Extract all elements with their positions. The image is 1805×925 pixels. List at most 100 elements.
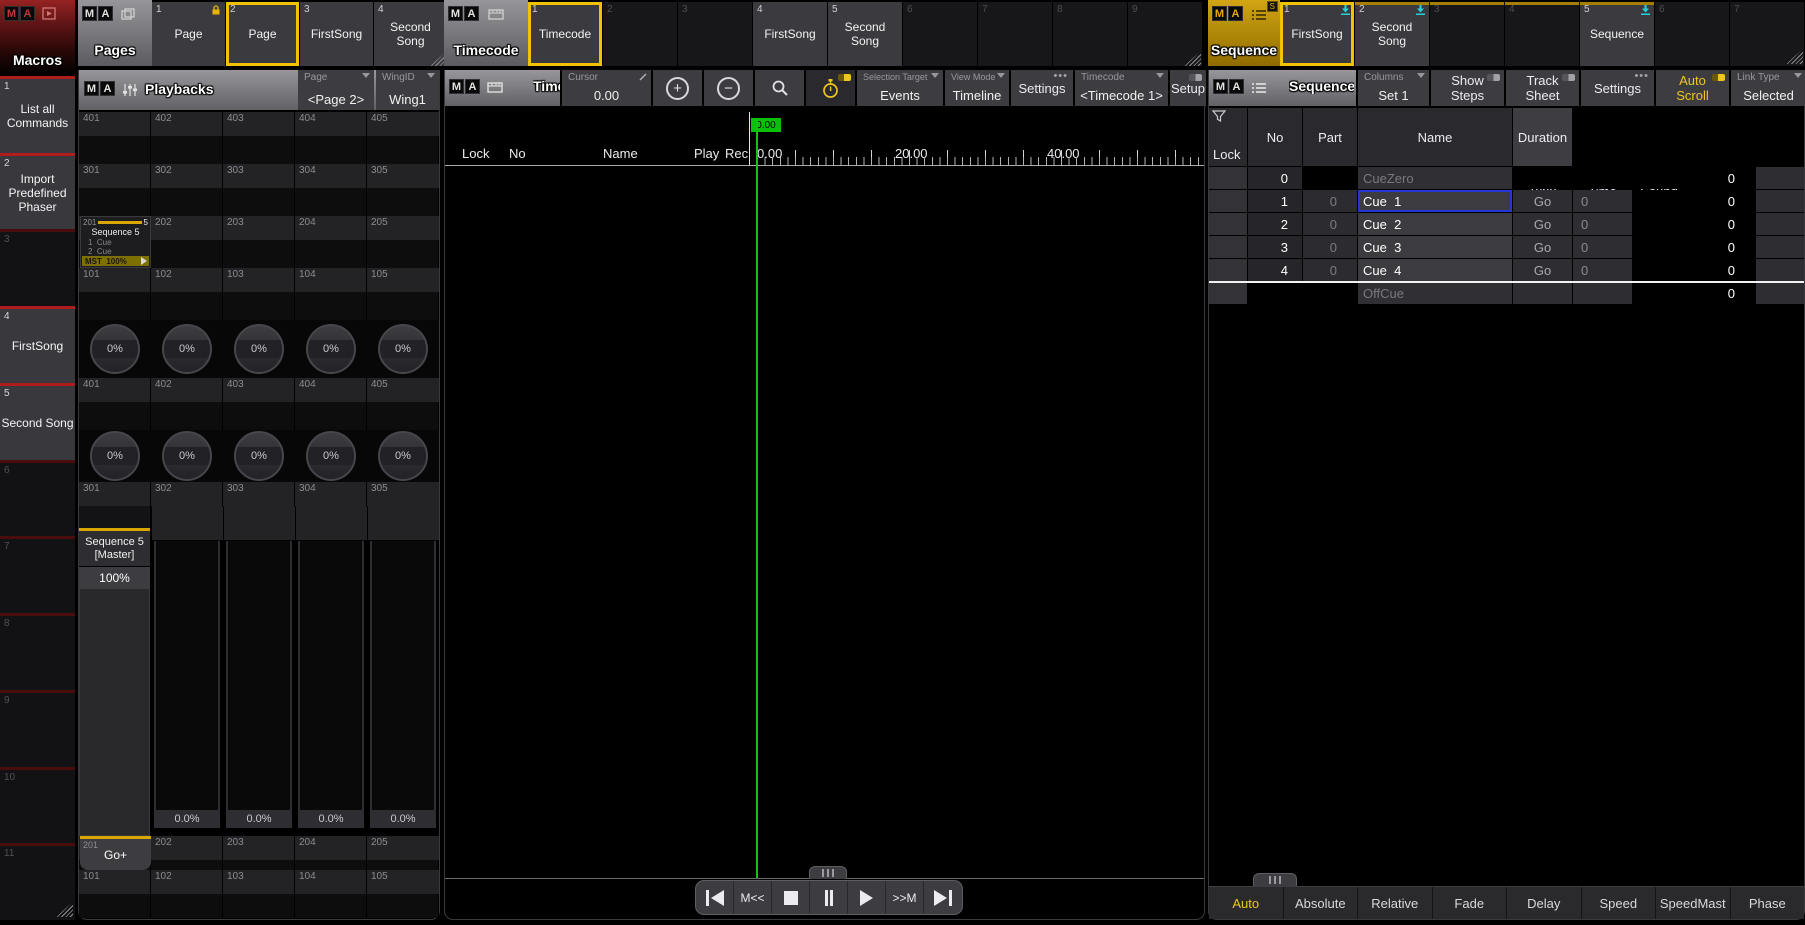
playback-cell[interactable]: 204 — [295, 216, 366, 240]
playback-cell[interactable]: 301 — [79, 164, 150, 188]
encoder-bar-button[interactable]: Delay — [1507, 887, 1582, 919]
playback-cell[interactable]: 305 — [367, 164, 439, 188]
macro-slot[interactable]: 1 List all Commands — [0, 76, 75, 153]
cue-trig-type-cell[interactable]: Go — [1513, 190, 1572, 212]
playback-knob[interactable]: 0% — [306, 324, 356, 374]
playback-cell[interactable]: 402 — [151, 112, 222, 136]
encoder-bar-button[interactable]: Phase — [1731, 887, 1805, 919]
master-sequence-label[interactable]: Sequence 5 [Master] — [79, 528, 150, 566]
cue-trig-sound-cell[interactable] — [1633, 236, 1685, 258]
cue-name-cell[interactable]: CueZero — [1358, 167, 1512, 189]
cue-trig-time-cell[interactable]: 0 — [1573, 213, 1632, 235]
cue-lock-cell[interactable] — [1209, 213, 1247, 235]
fader-track[interactable] — [154, 541, 220, 810]
cue-lock-cell[interactable] — [1209, 282, 1247, 304]
playback-knob[interactable]: 0% — [162, 431, 212, 481]
timecode-pool-header[interactable]: MA Timecode — [444, 0, 528, 66]
cue-row[interactable]: 1 0 Cue 1 Go 0 0 — [1209, 190, 1804, 212]
playback-cell[interactable]: 104 — [295, 870, 366, 894]
playback-knob[interactable]: 0% — [90, 324, 140, 374]
settings-button[interactable]: Settings ••• — [1011, 70, 1073, 106]
cue-trig-time-cell[interactable]: 0 — [1573, 190, 1632, 212]
playback-knob[interactable]: 0% — [162, 324, 212, 374]
macro-slot[interactable]: 8 — [0, 613, 75, 690]
encoder-bar-button[interactable]: SpeedMast — [1656, 887, 1731, 919]
pause-button[interactable] — [810, 881, 848, 914]
playback-cell[interactable]: 101 — [79, 268, 150, 292]
timecode-tab[interactable]: 7 — [978, 2, 1052, 66]
encoder-bar-button[interactable]: Relative — [1358, 887, 1433, 919]
playback-cell[interactable]: 104 — [295, 268, 366, 292]
encoder-bar-handle[interactable] — [1253, 873, 1297, 886]
playback-cell[interactable]: 205 — [367, 836, 439, 860]
cue-lock-cell[interactable] — [1209, 259, 1247, 281]
cue-trig-type-cell[interactable] — [1513, 282, 1572, 304]
playback-cell[interactable]: 105 — [367, 870, 439, 894]
playback-knob[interactable]: 0% — [306, 431, 356, 481]
playback-cell[interactable]: 101 — [79, 870, 150, 894]
timecode-select-button[interactable]: Timecode <Timecode 1> — [1075, 70, 1168, 106]
cue-trig-type-cell[interactable] — [1513, 167, 1572, 189]
timecode-tab[interactable]: 6 — [903, 2, 977, 66]
playback-cell[interactable]: 102 — [151, 268, 222, 292]
playback-cell[interactable]: 202 — [151, 836, 222, 860]
playback-cell[interactable]: 103 — [223, 870, 294, 894]
cursor-field[interactable]: Cursor 0.00 — [562, 70, 651, 106]
marker-forward-button[interactable]: >>M — [886, 881, 924, 914]
cue-part-cell[interactable]: 0 — [1303, 259, 1357, 281]
timecode-tab[interactable]: 2 — [603, 2, 677, 66]
cue-row[interactable]: 2 0 Cue 2 Go 0 0 — [1209, 213, 1804, 235]
cue-part-cell[interactable]: 0 — [1303, 236, 1357, 258]
cue-number-cell[interactable]: 3 — [1248, 236, 1302, 258]
master-fader-value[interactable]: 100% — [79, 567, 150, 589]
cue-name-cell[interactable]: Cue 4 — [1358, 259, 1512, 281]
stopwatch-button[interactable] — [806, 70, 855, 106]
playback-cell[interactable]: 203 — [223, 216, 294, 240]
selection-target-button[interactable]: Selection Target Events — [857, 70, 943, 106]
stop-button[interactable] — [772, 881, 810, 914]
playback-knob[interactable]: 0% — [378, 324, 428, 374]
fader-track[interactable] — [370, 541, 436, 810]
timecode-tab[interactable]: 4 FirstSong — [753, 2, 827, 66]
macro-slot[interactable]: 3 — [0, 229, 75, 306]
playback-cell[interactable]: 303 — [223, 164, 294, 188]
macro-slot[interactable]: 4 FirstSong — [0, 306, 75, 383]
playback-cell[interactable]: 402 — [151, 378, 222, 402]
skip-to-start-button[interactable] — [696, 881, 734, 914]
playback-cell[interactable]: 304 — [295, 164, 366, 188]
play-button[interactable] — [848, 881, 886, 914]
cue-row[interactable]: 0 CueZero 0 — [1209, 167, 1804, 189]
playback-knob[interactable]: 0% — [234, 431, 284, 481]
cue-name-cell[interactable]: OffCue — [1358, 282, 1512, 304]
playback-cell[interactable]: 304 — [295, 482, 366, 506]
columns-button[interactable]: Columns Set 1 — [1358, 70, 1429, 106]
cue-row[interactable]: OffCue 0 — [1209, 282, 1804, 304]
skip-to-end-button[interactable] — [924, 881, 962, 914]
cue-part-cell[interactable]: 0 — [1303, 190, 1357, 212]
page-tab[interactable]: 2 Page — [226, 2, 299, 66]
cue-number-cell[interactable] — [1248, 282, 1302, 304]
timecode-tab[interactable]: 8 — [1053, 2, 1127, 66]
search-button[interactable] — [755, 70, 804, 106]
cue-lock-cell[interactable] — [1209, 236, 1247, 258]
cue-part-cell[interactable] — [1303, 167, 1357, 189]
cue-lock-cell[interactable] — [1209, 167, 1247, 189]
sequence-tab[interactable]: 7 — [1730, 2, 1804, 66]
auto-scroll-button[interactable]: Auto Scroll — [1656, 70, 1729, 106]
playback-cell[interactable]: 204 — [295, 836, 366, 860]
cue-trig-sound-cell[interactable] — [1633, 282, 1685, 304]
sequence-tab[interactable]: 4 — [1505, 2, 1579, 66]
playback-cell[interactable]: 102 — [151, 870, 222, 894]
cue-name-cell[interactable]: Cue 2 — [1358, 213, 1512, 235]
settings-button[interactable]: Settings ••• — [1581, 70, 1654, 106]
macro-slot[interactable]: 7 — [0, 536, 75, 613]
cue-duration-cell[interactable]: 0 — [1686, 190, 1755, 212]
sequence-tab[interactable]: 1 FirstSong — [1280, 2, 1354, 66]
encoder-bar-button[interactable]: Absolute — [1284, 887, 1359, 919]
cue-trig-time-cell[interactable] — [1573, 167, 1632, 189]
cue-row[interactable]: 3 0 Cue 3 Go 0 0 — [1209, 236, 1804, 258]
timecode-tab[interactable]: 5 Second Song — [828, 2, 902, 66]
cue-number-cell[interactable]: 4 — [1248, 259, 1302, 281]
sequence-tab[interactable]: 3 — [1430, 2, 1504, 66]
playback-cell[interactable]: 403 — [223, 112, 294, 136]
